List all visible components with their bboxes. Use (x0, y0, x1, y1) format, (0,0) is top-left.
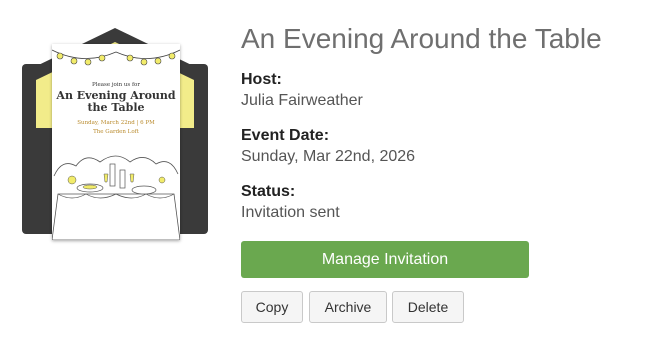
delete-button[interactable]: Delete (392, 291, 464, 323)
status-label: Status: (241, 183, 296, 200)
event-details: An Evening Around the Table Host: Julia … (241, 22, 661, 224)
card-location: The Garden Loft (93, 129, 139, 135)
invitation-thumbnail[interactable]: Please join us for An Evening Around the… (20, 28, 210, 240)
dinner-table-illustration (52, 155, 180, 240)
invitation-card: Please join us for An Evening Around the… (52, 44, 180, 240)
event-title: An Evening Around the Table (241, 23, 602, 54)
card-date: Sunday, March 22nd | 6 PM (77, 120, 155, 126)
string-lights-illustration (52, 49, 180, 66)
card-intro: Please join us for (92, 82, 140, 88)
copy-button[interactable]: Copy (241, 291, 303, 323)
card-title: An Evening Around the Table (56, 89, 176, 114)
event-date-value: Sunday, Mar 22nd, 2026 (241, 148, 416, 165)
manage-invitation-button[interactable]: Manage Invitation (241, 241, 529, 278)
event-date-label: Event Date: (241, 127, 330, 144)
status-value: Invitation sent (241, 204, 340, 221)
host-label: Host: (241, 71, 282, 88)
archive-button[interactable]: Archive (309, 291, 387, 323)
host-value: Julia Fairweather (241, 92, 363, 109)
